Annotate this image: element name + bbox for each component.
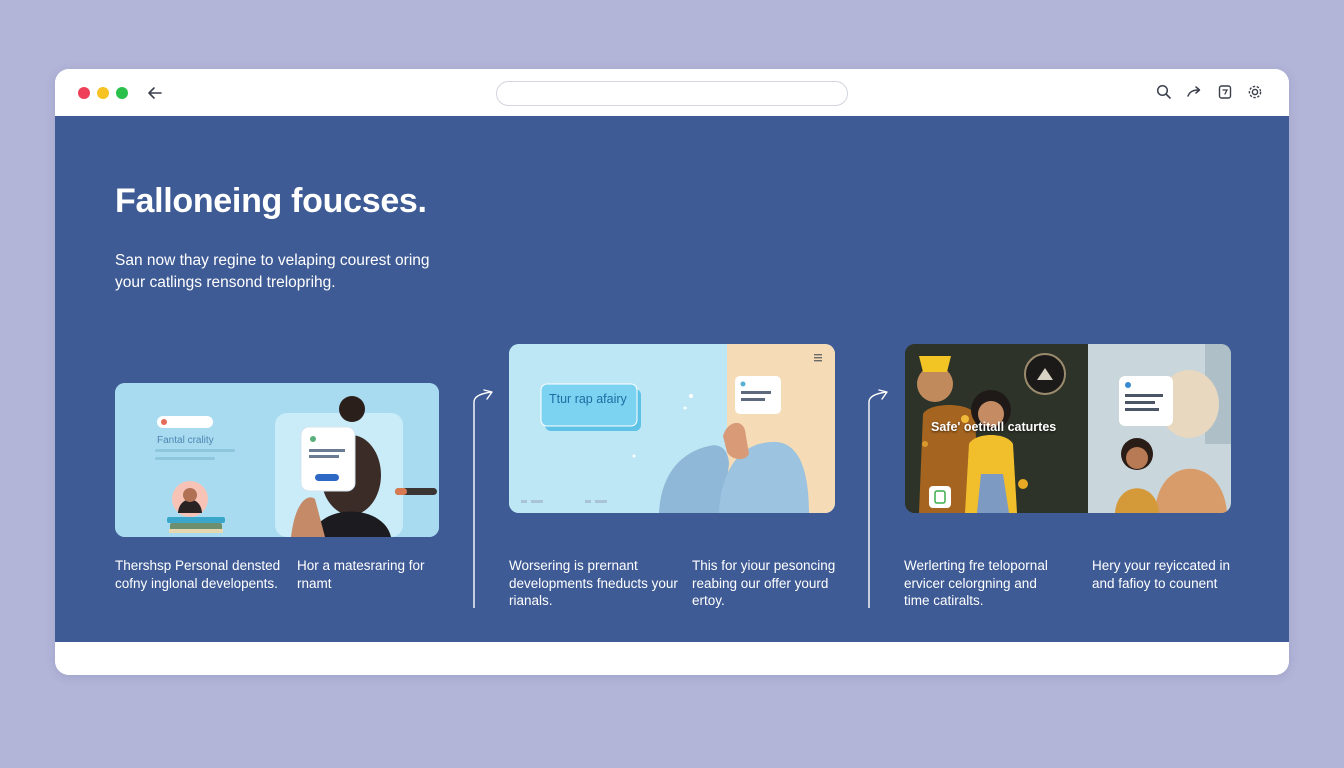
page-title: Falloneing foucses.	[115, 182, 427, 220]
arrow-up-right-icon	[473, 389, 493, 608]
card-1-description-1: Thershsp Personal densted cofny inglonal…	[115, 558, 281, 591]
address-bar[interactable]	[496, 81, 848, 106]
search-icon[interactable]	[1155, 83, 1173, 101]
main-content: Falloneing foucses. San now thay regine …	[55, 116, 1289, 642]
feature-card-2-image[interactable]: Ttur rap afairy	[509, 344, 835, 513]
browser-footer	[55, 642, 1289, 675]
card-1-small-label: Fantal crality	[157, 435, 214, 446]
share-icon[interactable]	[1185, 83, 1203, 101]
card-2-description-1: Worsering is prernant developments fnedu…	[509, 558, 678, 608]
card-3-overlay-label: Safe' oetitall caturtes	[931, 420, 1057, 434]
minimize-window-button[interactable]	[97, 87, 109, 99]
page-subtitle: San now thay regine to velaping courest …	[115, 252, 430, 291]
feature-card-3-image[interactable]: Safe' oetitall caturtes	[905, 344, 1231, 513]
browser-toolbar	[55, 69, 1289, 116]
card-2-tag-label: Ttur rap afairy	[549, 392, 627, 406]
gear-icon[interactable]	[1246, 83, 1264, 101]
feature-card-1-image[interactable]: Fantal crality	[115, 383, 439, 537]
arrow-up-right-icon	[868, 389, 888, 608]
card-3-description-1: Werlerting fre telopornal ervicer celorg…	[904, 558, 1048, 608]
bookmark-icon[interactable]	[1216, 83, 1234, 101]
maximize-window-button[interactable]	[116, 87, 128, 99]
card-2-description-2: This for yiour pesoncing reabing our off…	[692, 558, 836, 608]
card-1-description-2: Hor a matesraring for rnamt	[297, 558, 425, 591]
browser-window: Falloneing foucses. San now thay regine …	[55, 69, 1289, 675]
close-window-button[interactable]	[78, 87, 90, 99]
card-3-description-2: Hery your reyiccated in and fafioy to co…	[1092, 558, 1231, 591]
arrow-left-icon[interactable]	[144, 83, 166, 103]
